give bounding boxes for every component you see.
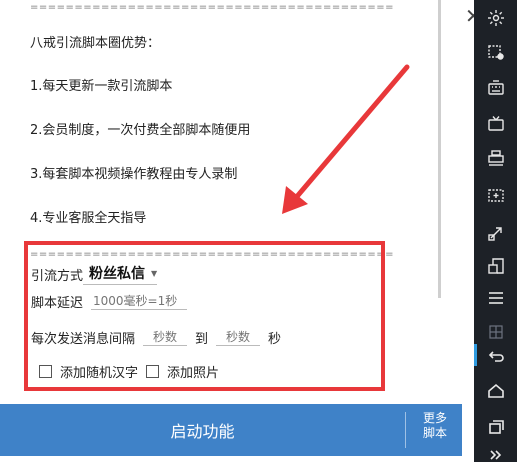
script-panel: ========================================… xyxy=(0,0,462,462)
more-scripts-label-1: 更多 xyxy=(422,411,447,425)
delay-label: 脚本延迟 xyxy=(31,296,84,311)
printer-icon[interactable] xyxy=(474,146,517,170)
interval-to-label: 到 xyxy=(195,332,209,347)
delay-input[interactable] xyxy=(91,293,188,310)
add-photo-checkbox[interactable] xyxy=(146,365,160,378)
more-scripts-label-2: 脚本 xyxy=(422,426,447,440)
action-divider xyxy=(405,412,406,448)
action-bar: 启动功能 更多 脚本 xyxy=(0,404,462,456)
screen-record-icon[interactable] xyxy=(474,40,517,64)
more-scripts-button[interactable]: 更多 脚本 xyxy=(414,411,456,449)
resize-icon[interactable] xyxy=(474,221,517,245)
install-apk-icon[interactable] xyxy=(474,183,517,207)
random-chars-checkbox[interactable] xyxy=(39,365,52,378)
chevron-down-icon: ▼ xyxy=(151,268,158,278)
tv-icon[interactable] xyxy=(474,112,517,136)
options-row: 添加随机汉字 添加照片 xyxy=(31,362,227,381)
expand-icon[interactable] xyxy=(474,442,517,466)
red-arrow-annotation xyxy=(282,64,410,214)
grid-icon[interactable] xyxy=(474,320,517,344)
interval-to-input[interactable] xyxy=(216,329,261,346)
back-icon[interactable] xyxy=(474,343,517,367)
interval-label: 每次发送消息间隔 xyxy=(31,332,136,347)
keyboard-icon[interactable] xyxy=(474,76,517,100)
method-select[interactable]: 粉丝私信 ▼ xyxy=(83,263,158,285)
interval-row: 每次发送消息间隔 到 秒 xyxy=(31,328,281,347)
menu-icon[interactable] xyxy=(474,286,517,310)
method-label: 引流方式 xyxy=(31,268,84,284)
brightness-icon[interactable] xyxy=(474,6,517,30)
interval-from-input[interactable] xyxy=(143,329,188,346)
emulator-toolbar xyxy=(474,0,517,462)
add-photo-option[interactable]: 添加照片 xyxy=(146,362,219,381)
interval-unit-label: 秒 xyxy=(268,332,282,347)
random-chars-option[interactable]: 添加随机汉字 xyxy=(39,362,138,381)
home-icon[interactable] xyxy=(474,379,517,403)
add-photo-label: 添加照片 xyxy=(167,366,220,381)
recents-icon[interactable] xyxy=(474,415,517,439)
close-strip xyxy=(462,0,474,462)
method-row: 引流方式 粉丝私信 ▼ xyxy=(31,263,158,285)
start-button[interactable]: 启动功能 xyxy=(0,404,405,456)
multi-window-icon[interactable] xyxy=(474,254,517,278)
delay-row: 脚本延迟 xyxy=(31,292,188,311)
random-chars-label: 添加随机汉字 xyxy=(60,366,139,381)
method-select-value: 粉丝私信 xyxy=(89,266,146,282)
